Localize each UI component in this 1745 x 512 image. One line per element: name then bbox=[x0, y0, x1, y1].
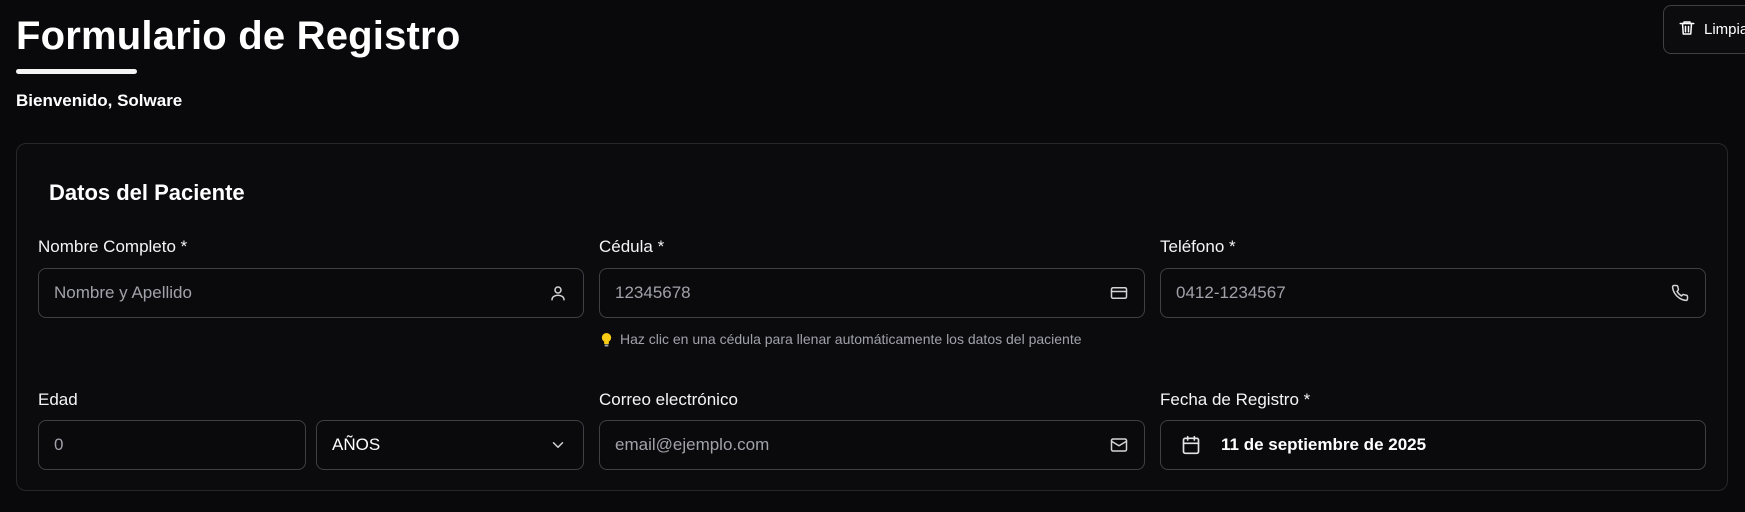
section-title: Datos del Paciente bbox=[49, 180, 245, 205]
full-name-input[interactable] bbox=[39, 269, 549, 317]
welcome-text: Bienvenido, Solware bbox=[16, 91, 183, 110]
page-title: Formulario de Registro bbox=[16, 14, 461, 58]
clear-button[interactable]: Limpia bbox=[1663, 5, 1745, 54]
age-unit-value: AÑOS bbox=[332, 435, 381, 454]
registration-date-value: 11 de septiembre de 2025 bbox=[1221, 435, 1427, 454]
age-unit-select[interactable]: AÑOS bbox=[316, 420, 584, 470]
cedula-hint: Haz clic en una cédula para llenar autom… bbox=[600, 331, 1082, 347]
phone-field[interactable] bbox=[1160, 268, 1706, 318]
registration-page: Formulario de Registro Bienvenido, Solwa… bbox=[0, 0, 1745, 512]
clear-button-label: Limpia bbox=[1704, 21, 1745, 38]
email-input[interactable] bbox=[600, 421, 1110, 469]
registration-date-label: Fecha de Registro * bbox=[1160, 390, 1311, 409]
full-name-field[interactable] bbox=[38, 268, 584, 318]
registration-date-picker[interactable]: 11 de septiembre de 2025 bbox=[1160, 420, 1706, 470]
hint-text: Haz clic en una cédula para llenar autom… bbox=[620, 331, 1082, 347]
cedula-label: Cédula * bbox=[599, 237, 665, 256]
phone-label: Teléfono * bbox=[1160, 237, 1236, 256]
age-input[interactable] bbox=[39, 421, 305, 469]
title-underline bbox=[16, 69, 137, 74]
lightbulb-icon bbox=[601, 332, 612, 346]
cedula-input[interactable] bbox=[600, 269, 1110, 317]
trash-icon bbox=[1678, 19, 1696, 41]
mail-icon bbox=[1110, 436, 1128, 454]
calendar-icon bbox=[1181, 435, 1201, 455]
full-name-label: Nombre Completo * bbox=[38, 237, 188, 256]
email-field[interactable] bbox=[599, 420, 1145, 470]
phone-input[interactable] bbox=[1161, 269, 1671, 317]
chevron-down-icon bbox=[549, 436, 567, 454]
age-label: Edad bbox=[38, 390, 78, 409]
cedula-field[interactable] bbox=[599, 268, 1145, 318]
id-card-icon bbox=[1110, 284, 1128, 302]
age-field[interactable] bbox=[38, 420, 306, 470]
email-label: Correo electrónico bbox=[599, 390, 738, 409]
user-icon bbox=[549, 284, 567, 302]
phone-icon bbox=[1671, 284, 1689, 302]
